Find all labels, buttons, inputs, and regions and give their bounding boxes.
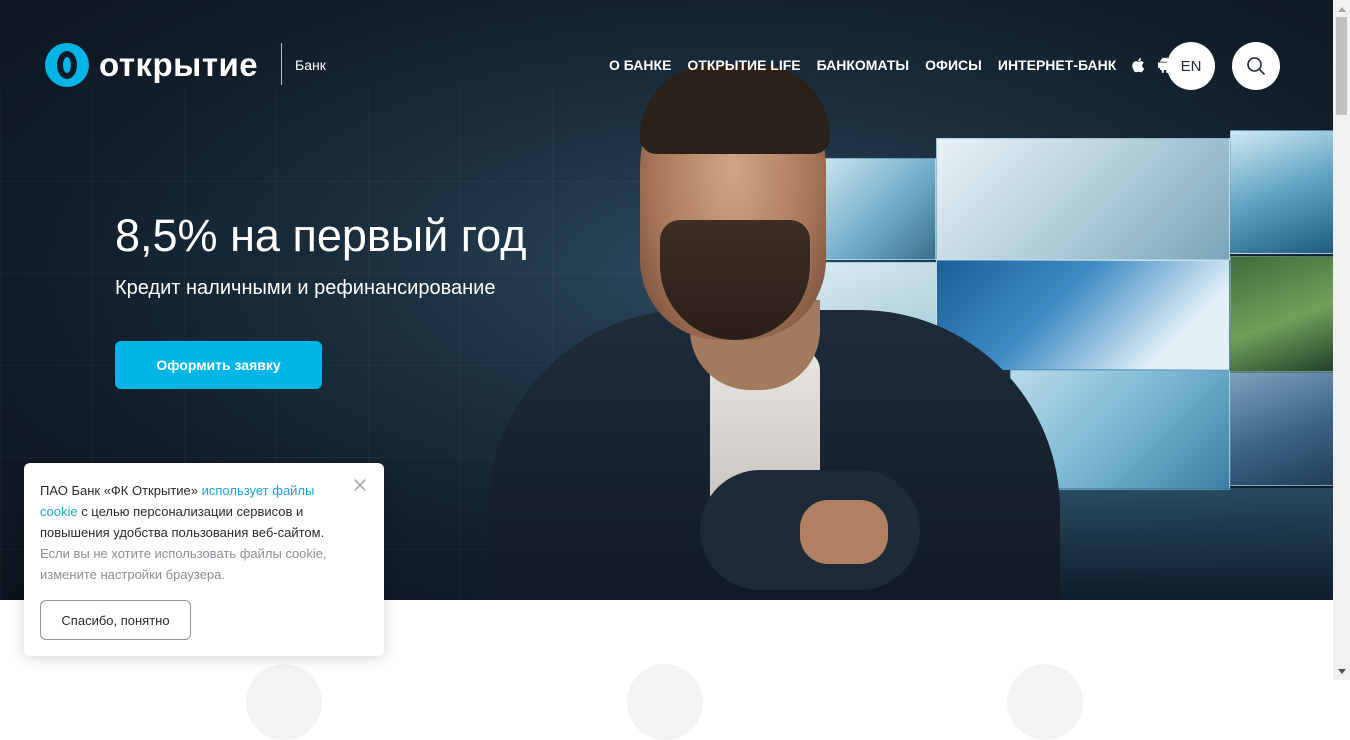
nav-otkritie-life[interactable]: ОТКРЫТИЕ LIFE	[687, 57, 800, 73]
apply-button[interactable]: Оформить заявку	[115, 341, 322, 389]
logo-divider	[281, 43, 282, 85]
cookie-notice: ПАО Банк «ФК Открытие» использует файлы …	[24, 463, 384, 656]
search-button[interactable]	[1232, 42, 1280, 90]
site-header: открытие Банк О БАНКЕ ОТКРЫТИЕ LIFE БАНК…	[0, 0, 1333, 130]
logo-subtitle: Банк	[295, 57, 326, 73]
scroll-up-arrow-icon[interactable]	[1333, 0, 1350, 17]
nav-atms[interactable]: БАНКОМАТЫ	[817, 57, 910, 73]
person-hand	[800, 500, 888, 564]
feature-icon-circle	[627, 664, 703, 740]
logo-mark-icon	[45, 43, 89, 87]
search-icon	[1247, 57, 1265, 75]
main-nav: О БАНКЕ ОТКРЫТИЕ LIFE БАНКОМАТЫ ОФИСЫ ИН…	[609, 57, 1184, 73]
scroll-down-arrow-icon[interactable]	[1333, 663, 1350, 680]
language-button[interactable]: EN	[1167, 42, 1215, 90]
language-label: EN	[1180, 57, 1202, 75]
nav-offices[interactable]: ОФИСЫ	[925, 57, 982, 73]
apple-icon[interactable]	[1132, 57, 1146, 73]
feature-icon-circle	[246, 664, 322, 740]
nav-about[interactable]: О БАНКЕ	[609, 57, 671, 73]
hero-title: 8,5% на первый год	[115, 210, 527, 261]
cookie-text-intro: ПАО Банк «ФК Открытие»	[40, 483, 202, 498]
cookie-text: ПАО Банк «ФК Открытие» использует файлы …	[40, 480, 340, 585]
cookie-text-purpose: с целью персонализации сервисов и повыше…	[40, 504, 325, 540]
scrollbar-thumb[interactable]	[1336, 17, 1347, 115]
cookie-accept-button[interactable]: Спасибо, понятно	[40, 600, 191, 640]
page-scrollbar[interactable]	[1333, 0, 1350, 680]
bank-logo[interactable]: открытие	[45, 43, 258, 87]
logo-text: открытие	[99, 46, 259, 83]
cookie-text-hint: Если вы не хотите использовать файлы coo…	[40, 546, 327, 582]
close-icon[interactable]	[352, 477, 368, 493]
hero-subtitle: Кредит наличными и рефинансирование	[115, 277, 496, 299]
nav-internet-bank[interactable]: ИНТЕРНЕТ-БАНК	[998, 57, 1116, 73]
feature-icon-circle	[1007, 664, 1083, 740]
